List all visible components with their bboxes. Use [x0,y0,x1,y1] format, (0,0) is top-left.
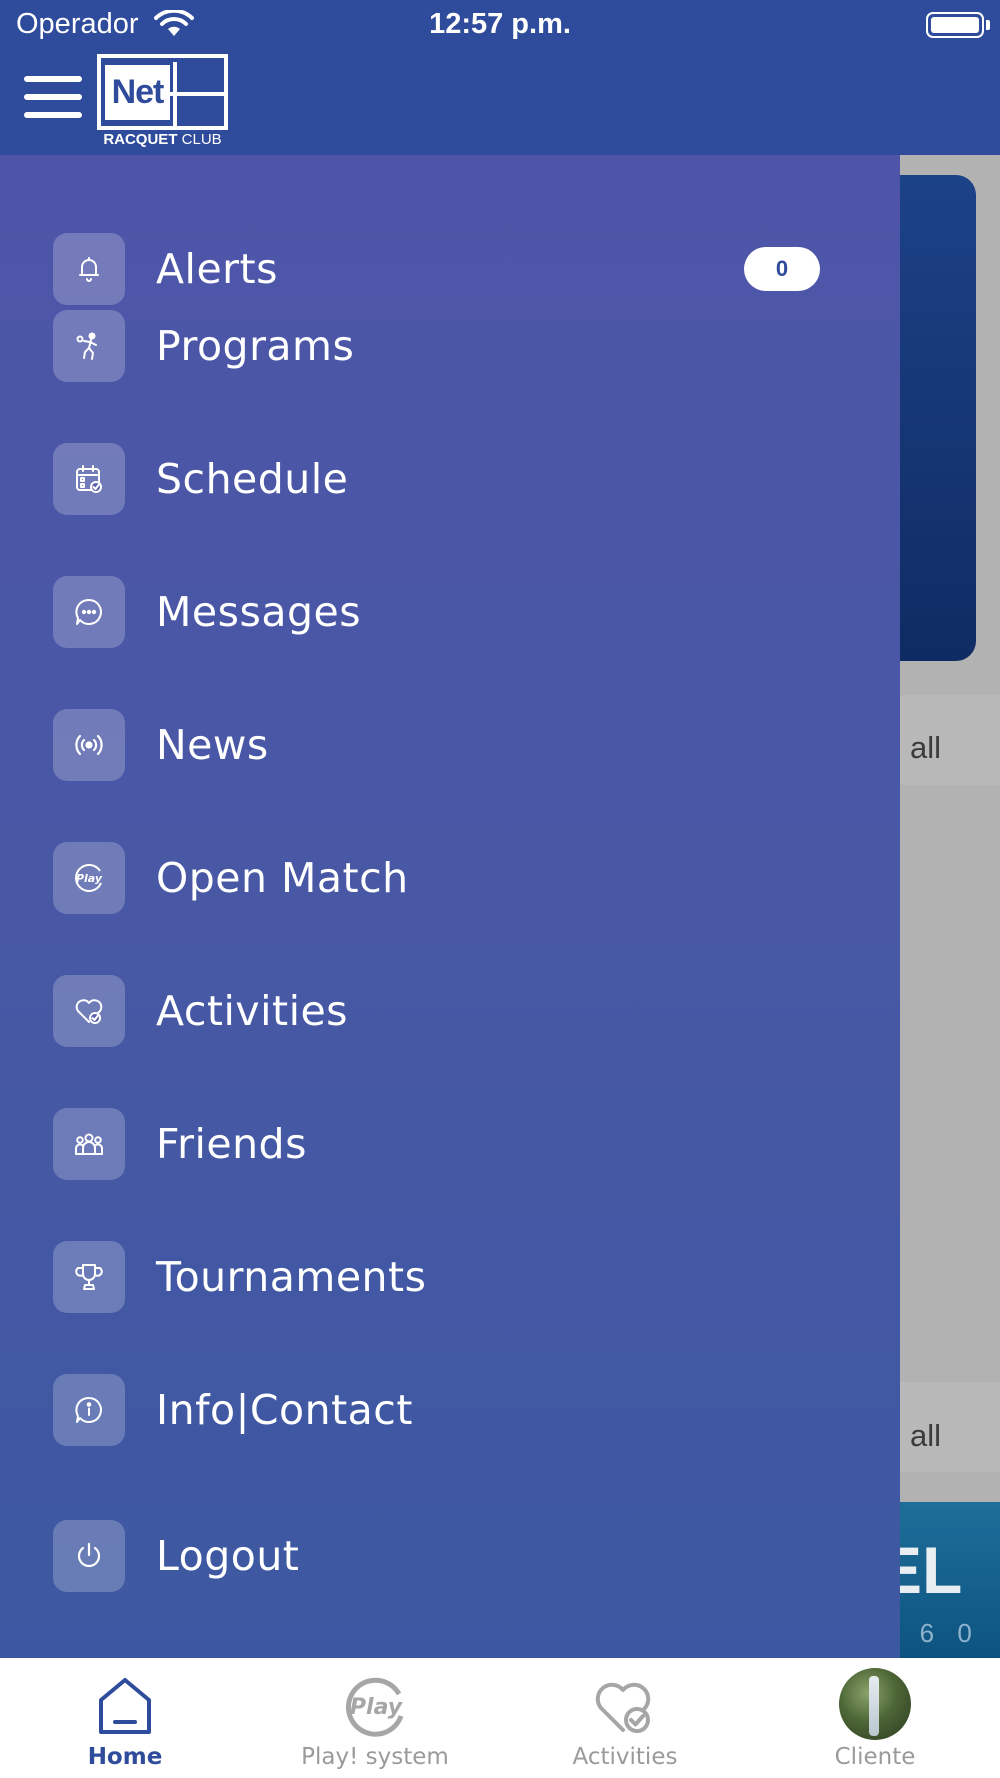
drawer-item-label: Schedule [156,455,349,503]
drawer-item-schedule[interactable]: Schedule [0,421,900,531]
logo-subtitle: RACQUET CLUB [97,131,228,148]
heart-check-icon [595,1682,651,1733]
tab-activities[interactable]: Activities [500,1658,750,1778]
status-time: 12:57 p.m. [429,8,571,40]
app-header: Operador 12:57 p.m. Net RACQUET CLUB [0,0,1000,155]
logo-subtitle-light: CLUB [181,131,222,148]
group-icon [53,1108,125,1180]
logo-divider-horizontal [167,92,225,96]
broadcast-icon [53,709,125,781]
calendar-check-icon [53,443,125,515]
bottom-tab-bar: Home Play Play! system Activities Client… [0,1658,1000,1778]
see-all-link[interactable]: all [910,1418,941,1454]
home-icon [99,1678,151,1734]
svg-text:Play: Play [76,872,103,885]
drawer-item-label: Open Match [156,854,409,902]
drawer-item-label: Messages [156,588,362,636]
drawer-item-programs[interactable]: Programs [0,288,900,398]
trophy-icon [53,1241,125,1313]
play-icon: Play [346,1677,404,1737]
alerts-count-badge: 0 [744,247,820,291]
tab-play-system[interactable]: Play Play! system [250,1658,500,1778]
drawer-item-messages[interactable]: Messages [0,554,900,664]
logo-subtitle-bold: RACQUET [103,131,178,148]
tab-label: Activities [572,1744,678,1770]
menu-toggle-button[interactable] [24,76,82,118]
side-drawer: Alerts 0 Programs Schedule Messages News… [0,155,900,1658]
tab-home[interactable]: Home [0,1658,250,1778]
battery-tip [986,20,990,30]
drawer-item-label: News [156,721,269,769]
tab-label: Home [87,1744,163,1770]
drawer-item-friends[interactable]: Friends [0,1086,900,1196]
drawer-item-open-match[interactable]: Play Open Match [0,820,900,930]
play-icon: Play [53,842,125,914]
drawer-item-label: Activities [156,987,349,1035]
tab-label: Play! system [301,1744,449,1770]
drawer-item-activities[interactable]: Activities [0,953,900,1063]
power-icon [53,1520,125,1592]
drawer-item-label: Tournaments [156,1253,427,1301]
see-all-link[interactable]: all [910,730,941,766]
tennis-player-icon [53,310,125,382]
battery-icon [926,12,984,38]
avatar [839,1668,911,1740]
logo-frame: Net [97,54,228,130]
info-chat-icon [53,1374,125,1446]
drawer-item-info-contact[interactable]: Info|Contact [0,1352,900,1462]
logo-net-text: Net [105,65,170,120]
tab-label: Cliente [834,1744,916,1770]
svg-text:Play: Play [350,1695,404,1720]
drawer-item-tournaments[interactable]: Tournaments [0,1219,900,1329]
drawer-item-label: Info|Contact [156,1386,413,1434]
drawer-item-label: Alerts [156,245,278,293]
heart-check-icon [53,975,125,1047]
drawer-item-label: Friends [156,1120,307,1168]
drawer-item-news[interactable]: News [0,687,900,797]
drawer-item-label: Logout [156,1532,300,1580]
chat-bubble-icon [53,576,125,648]
drawer-item-alerts[interactable]: Alerts 0 [0,155,900,305]
drawer-item-logout[interactable]: Logout [0,1498,900,1608]
drawer-item-label: Programs [156,322,355,370]
club-logo: Net RACQUET CLUB [97,54,228,152]
tab-cliente[interactable]: Cliente [750,1658,1000,1778]
